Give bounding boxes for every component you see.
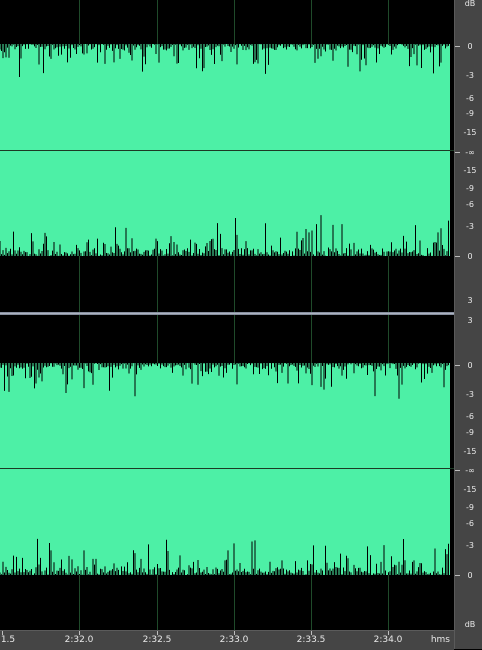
db-label: 0 [467,252,473,261]
time-label: 2:32.5 [142,635,172,645]
db-label: -9 [466,109,474,118]
db-label: -∞ [465,466,475,475]
db-label: -6 [466,412,474,421]
db-label: 0 [467,361,473,370]
db-label: -15 [463,447,477,456]
db-label: -15 [463,485,477,494]
channel-2-track[interactable] [0,315,454,630]
time-label: 2:33.0 [219,635,249,645]
db-label: -9 [466,428,474,437]
db-label: -3 [466,541,474,550]
db-label: -6 [466,94,474,103]
time-unit-label: hms [430,635,450,645]
db-label: -9 [466,503,474,512]
db-label: 3 [467,316,473,325]
center-line [0,468,454,469]
db-label: -15 [463,166,477,175]
db-label: -∞ [465,148,475,157]
db-label: -9 [466,184,474,193]
db-label: 0 [467,42,473,51]
db-label: -3 [466,71,474,80]
time-label: 1.5 [0,635,16,645]
db-label: -3 [466,390,474,399]
center-line [0,150,454,151]
channel-2-waveform [0,363,450,575]
db-unit-label: dB [464,620,476,629]
db-label: -6 [466,200,474,209]
channel-1-track[interactable] [0,0,454,312]
time-label: 2:34.0 [373,635,403,645]
time-ruler[interactable]: 1.5 2:32.0 2:32.5 2:33.0 2:33.5 2:34.0 h… [0,630,454,650]
db-label: -3 [466,222,474,231]
db-ruler[interactable]: dB 0 -3 -6 -9 -15 -∞ -15 -9 -6 -3 0 3 3 … [454,0,482,649]
time-label: 2:33.5 [296,635,326,645]
db-label: 0 [467,571,473,580]
db-unit-label: dB [464,0,476,8]
time-label: 2:32.0 [64,635,94,645]
db-label: -15 [463,128,477,137]
db-label: 3 [467,296,473,305]
db-label: -6 [466,519,474,528]
